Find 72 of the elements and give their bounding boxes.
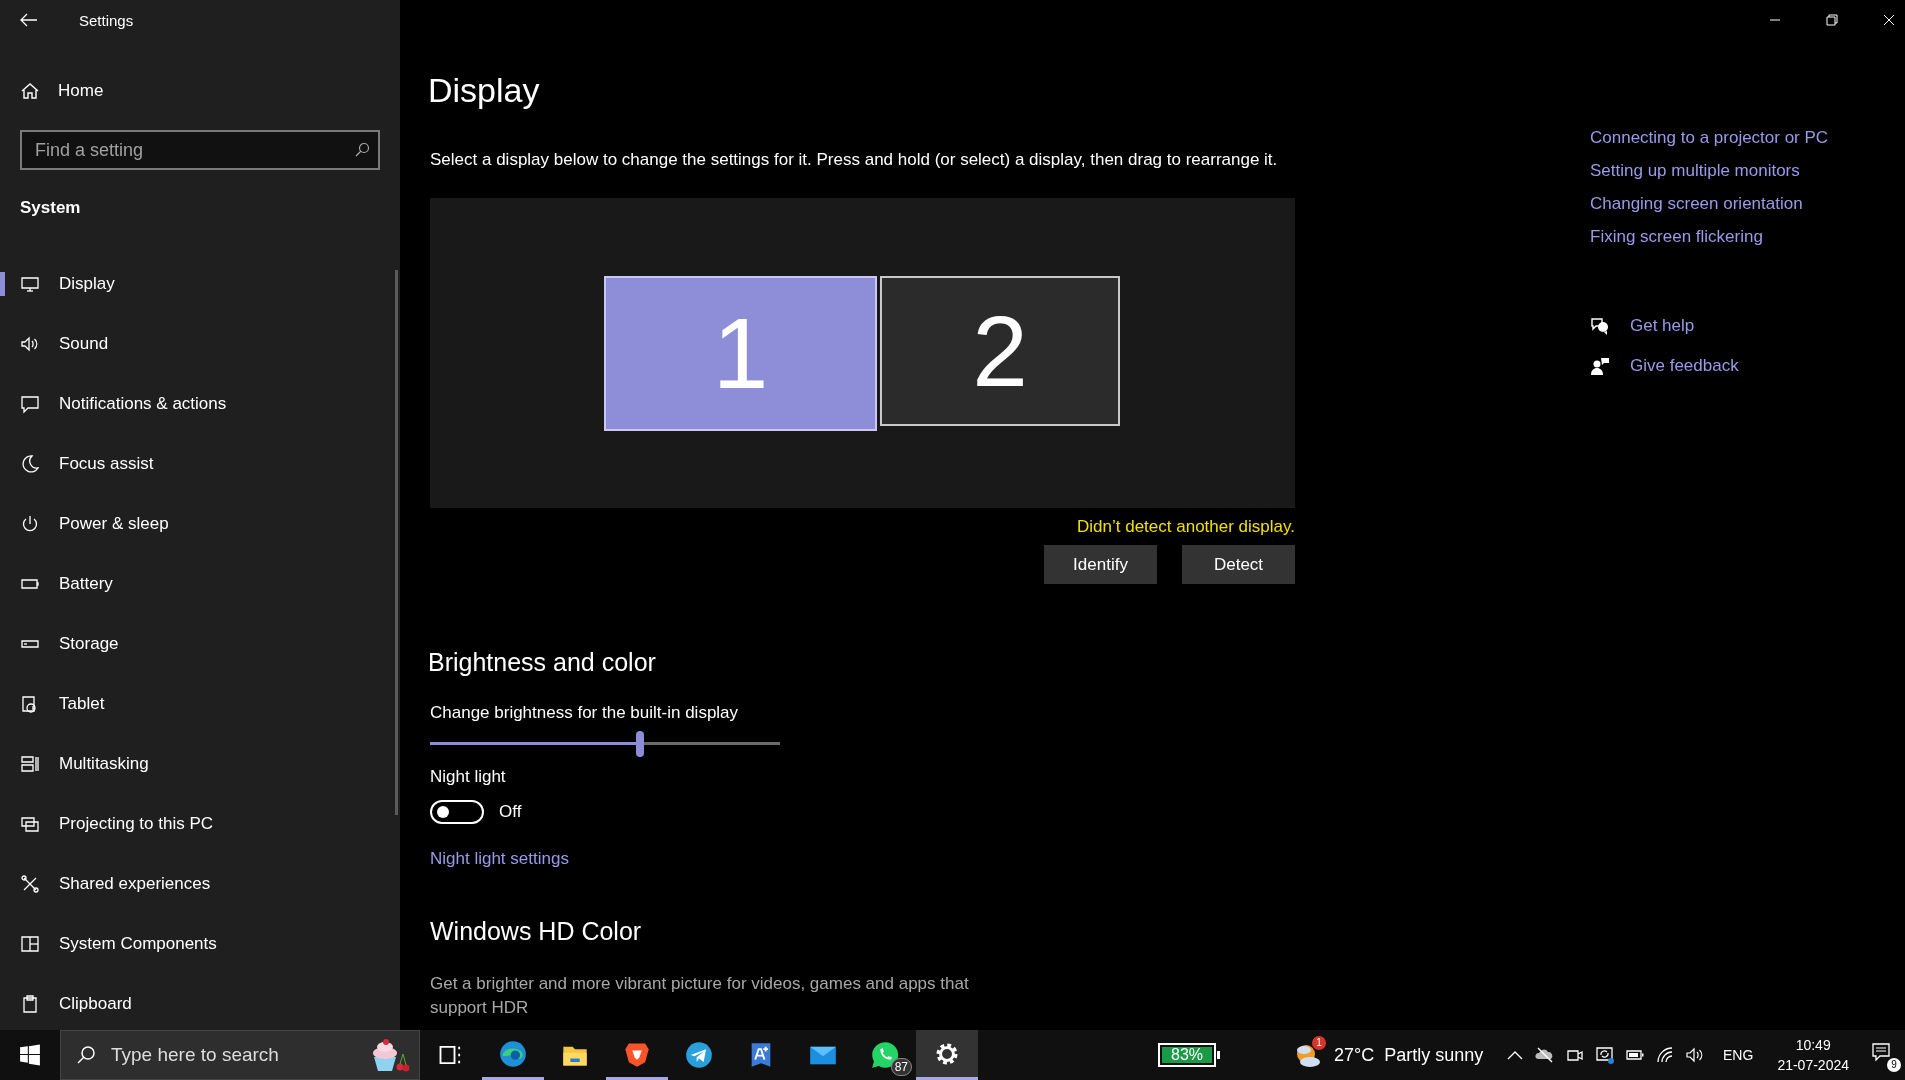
nav-item[interactable]: Power & sleep (0, 494, 400, 554)
help-link[interactable]: Setting up multiple monitors (1590, 161, 1800, 181)
settings-taskbar-button[interactable] (916, 1030, 978, 1080)
shared-icon (20, 874, 40, 894)
nav-item[interactable]: Projecting to this PC (0, 794, 400, 854)
nav-item[interactable]: System Components (0, 914, 400, 974)
notification-badge: 87 (890, 1058, 912, 1076)
help-link[interactable]: Fixing screen flickering (1590, 227, 1763, 247)
temperature[interactable]: 27°C (1334, 1044, 1375, 1066)
slider-label: Change brightness for the built-in display (430, 703, 740, 723)
close-icon[interactable] (1883, 14, 1895, 26)
nav-item[interactable]: Focus assist (0, 434, 400, 494)
clipboard-icon (20, 994, 40, 1014)
page-title: Display (428, 70, 541, 110)
notifications-icon (20, 394, 40, 414)
nav-item[interactable]: Multitasking (0, 734, 400, 794)
help-link[interactable]: Get help (1630, 316, 1695, 336)
search-icon (354, 142, 370, 158)
language-indicator[interactable]: ENG (1723, 1047, 1754, 1063)
home-link[interactable]: Home (0, 71, 400, 111)
nav-item[interactable]: Sound (0, 314, 400, 374)
projecting-icon (20, 814, 40, 834)
help-link[interactable]: Connecting to a projector or PC (1590, 128, 1829, 148)
weather-condition[interactable]: Partly sunny (1384, 1044, 1484, 1066)
nav-item[interactable]: Battery (0, 554, 400, 614)
scrollbar[interactable] (395, 270, 398, 815)
sync-screen-icon[interactable] (1595, 1045, 1616, 1065)
notification-icon[interactable] (1871, 1042, 1891, 1062)
night-light-toggle[interactable] (430, 800, 484, 824)
nav-item[interactable]: Notifications & actions (0, 374, 400, 434)
description: Get a brighter and more vibrant picture for videos, games and apps that support HDR (430, 973, 970, 1019)
nav-item[interactable]: Tablet (0, 674, 400, 734)
notification-badge: 1 (1312, 1036, 1326, 1050)
whatsapp-taskbar-button[interactable]: 87 (854, 1030, 916, 1080)
sound-icon (20, 334, 40, 354)
detect-message: Didn’t detect another display. (1076, 517, 1295, 537)
monitor-tile[interactable]: 2 (880, 276, 1120, 426)
help-link[interactable]: Give feedback (1630, 356, 1739, 376)
display-icon (20, 274, 40, 294)
search-icon (76, 1045, 96, 1065)
nav-item[interactable]: Storage (0, 614, 400, 674)
power-icon (20, 514, 40, 534)
taskbar-search-field[interactable]: Type here to search (60, 1030, 420, 1080)
components-icon (20, 934, 40, 954)
section-heading: Windows HD Color (430, 917, 643, 946)
toggle-state: Off (499, 802, 522, 822)
back-arrow-icon[interactable] (20, 13, 38, 27)
section-heading: System (20, 198, 82, 218)
help-link[interactable]: Changing screen orientation (1590, 194, 1803, 214)
clock-date[interactable]: 21-07-2024 (1777, 1055, 1849, 1075)
clock-time[interactable]: 10:49 (1795, 1035, 1831, 1055)
action-button[interactable]: Detect (1182, 545, 1295, 584)
description: Select a display below to change the settings for it. Press and hold (or select) a display, then drag to rearrange it. (430, 150, 1279, 170)
action-button[interactable]: Identify (1044, 545, 1157, 584)
chat-bubbles-icon (1590, 316, 1610, 336)
nav-item[interactable]: Shared experiences (0, 854, 400, 914)
paper-plane-icon (685, 1041, 713, 1069)
home-icon (20, 81, 40, 101)
brightness-slider[interactable] (430, 731, 780, 757)
toggle-label: Night light (430, 767, 507, 787)
notification-badge: 9 (1887, 1058, 1901, 1072)
restore-icon[interactable] (1826, 14, 1838, 26)
start-icon[interactable] (19, 1044, 41, 1066)
section-heading: Brightness and color (428, 648, 657, 677)
nav-item[interactable]: Display (0, 254, 400, 314)
browser-swirl-icon (499, 1039, 527, 1068)
focus-icon (20, 454, 40, 474)
multitasking-icon (20, 754, 40, 774)
person-feedback-icon (1590, 356, 1610, 376)
window-title: Settings (79, 11, 134, 29)
search-field[interactable]: Find a setting (20, 130, 380, 170)
night-light-settings-link[interactable]: Night light settings (430, 849, 569, 869)
